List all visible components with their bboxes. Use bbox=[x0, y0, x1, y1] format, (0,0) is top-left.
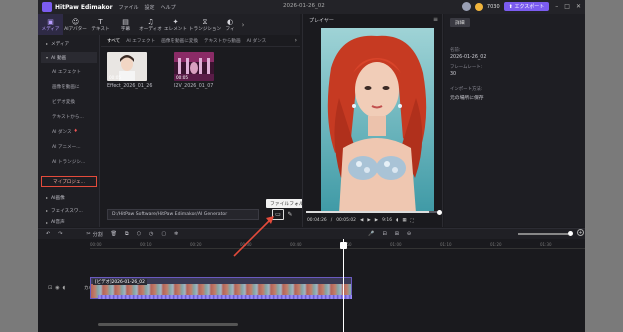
editor-window: HitPaw Edimakor ファイル 設定 ヘルプ 2026-01-26_0… bbox=[38, 0, 585, 332]
annotation-arrow-icon bbox=[233, 216, 274, 257]
